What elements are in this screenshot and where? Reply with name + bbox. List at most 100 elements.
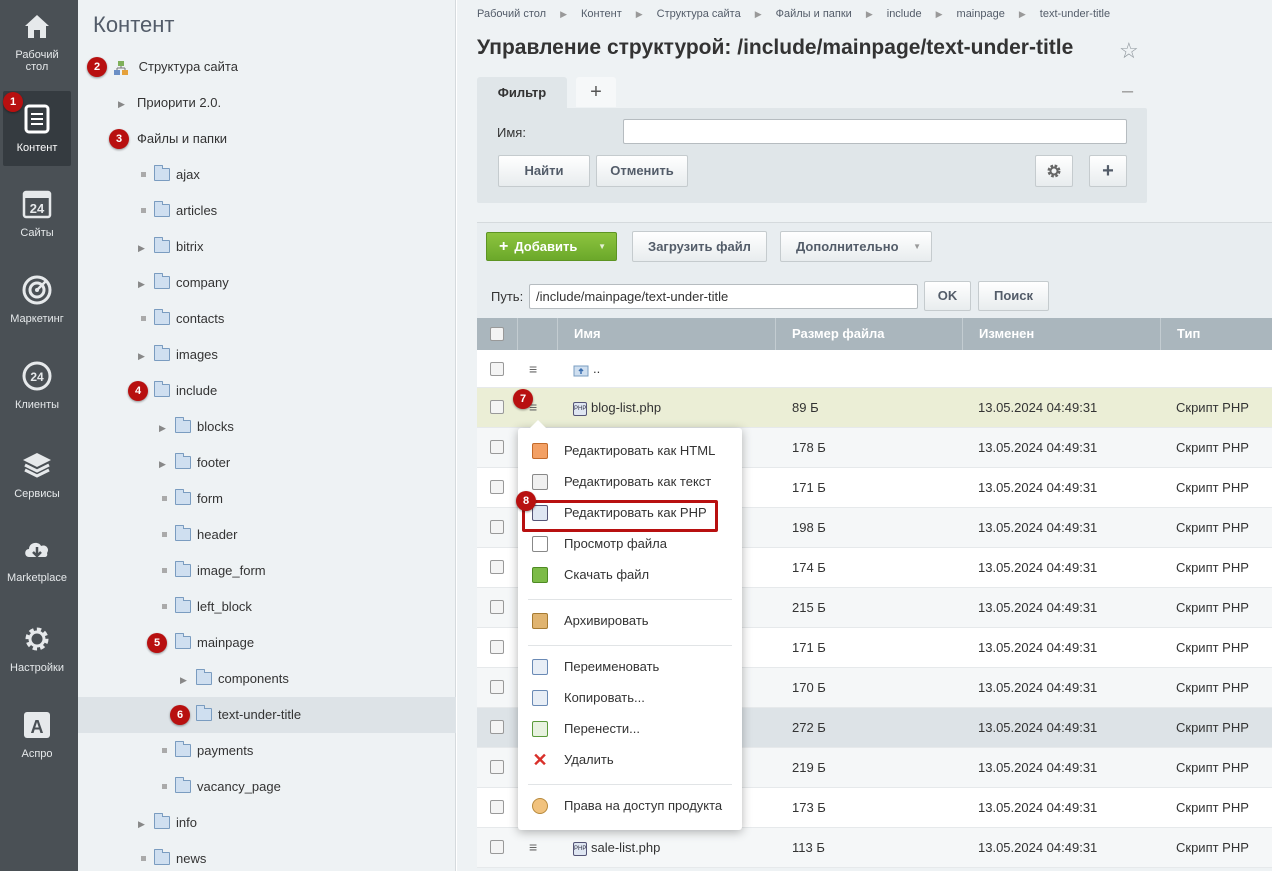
expand-arrow-icon[interactable]: ▶ [138,266,150,302]
breadcrumb-item[interactable]: Контент [581,8,622,20]
row-checkbox[interactable] [490,640,504,654]
menu-item-archive[interactable]: Архивировать [518,605,742,636]
more-button[interactable]: Дополнительно ▼ [780,231,932,262]
tree-folder-footer[interactable]: ▶ footer [159,445,230,481]
expand-arrow-icon[interactable]: ▶ [159,446,171,482]
expand-arrow-icon[interactable]: ▶ [180,662,192,698]
row-checkbox[interactable] [490,520,504,534]
breadcrumb-item[interactable]: include [887,8,922,20]
rail-item-marketplace[interactable]: Marketplace [3,533,71,584]
menu-item-download[interactable]: Скачать файл [518,559,742,590]
path-input[interactable]: /include/mainpage/text-under-title [529,284,918,309]
row-checkbox[interactable] [490,480,504,494]
tree-node-site-structure[interactable]: Структура сайта [113,49,238,85]
rail-item-clients[interactable]: 24 Клиенты [3,360,71,411]
rail-item-marketing[interactable]: Маркетинг [3,274,71,325]
file-name[interactable]: sale-list.php [591,840,660,855]
table-row-up[interactable]: ≡ .. [477,350,1272,388]
expand-arrow-icon[interactable]: ▶ [138,806,150,842]
tree-folder-components[interactable]: ▶ components [180,661,289,697]
cancel-button[interactable]: Отменить [596,155,688,187]
row-checkbox[interactable] [490,800,504,814]
menu-item-edit-text[interactable]: Редактировать как текст [518,466,742,497]
breadcrumb-item[interactable]: mainpage [957,8,1005,20]
tree-folder-image-form[interactable]: image_form [159,553,266,589]
select-all-checkbox[interactable] [490,327,504,341]
expand-arrow-icon[interactable]: ▶ [118,86,130,122]
breadcrumb-item[interactable]: Файлы и папки [776,8,852,20]
filter-name-input[interactable] [623,119,1127,144]
row-menu-icon[interactable]: ≡ [529,840,541,854]
tree-folder-info[interactable]: ▶ info [138,805,197,841]
tree-folder-vacancy-page[interactable]: vacancy_page [159,769,281,805]
tree-folder-company[interactable]: ▶ company [138,265,229,301]
tree-folder-blocks[interactable]: ▶ blocks [159,409,234,445]
file-name-cell[interactable]: PHP sale-list.php [573,828,660,868]
tree-folder-news[interactable]: news [138,841,206,871]
rail-item-desktop[interactable]: Рабочий стол [3,10,71,73]
file-name-cell[interactable]: PHP blog-list.php [573,388,661,428]
expand-arrow-icon[interactable]: ▶ [138,338,150,374]
upload-file-button[interactable]: Загрузить файл [632,231,767,262]
expand-arrow-icon[interactable]: ▶ [138,230,150,266]
row-checkbox[interactable] [490,840,504,854]
row-checkbox[interactable] [490,760,504,774]
row-checkbox[interactable] [490,560,504,574]
menu-item-edit-html[interactable]: Редактировать как HTML [518,435,742,466]
tree-folder-text-under-title[interactable]: text-under-title [192,697,301,733]
row-checkbox[interactable] [490,362,504,376]
column-header-type[interactable]: Тип [1160,318,1272,350]
filter-tab[interactable]: Фильтр [477,77,567,109]
tree-folder-articles[interactable]: articles [138,193,217,229]
tree-folder-left-block[interactable]: left_block [159,589,252,625]
tree-folder-ajax[interactable]: ajax [138,157,200,193]
breadcrumb-item[interactable]: Рабочий стол [477,8,546,20]
row-checkbox[interactable] [490,440,504,454]
breadcrumb-item[interactable]: Структура сайта [657,8,741,20]
rail-item-settings[interactable]: Настройки [3,623,71,674]
tree-folder-include[interactable]: include [150,373,217,409]
tree-folder-header[interactable]: header [159,517,237,553]
tree-node-files-folders[interactable]: Файлы и папки [137,121,227,157]
tree-folder-bitrix[interactable]: ▶ bitrix [138,229,203,265]
row-checkbox[interactable] [490,720,504,734]
filter-settings-button[interactable] [1035,155,1073,187]
tree-folder-form[interactable]: form [159,481,223,517]
table-row[interactable]: ≡ PHP sale-list.php 113 Б 13.05.2024 04:49:3… [477,828,1272,868]
menu-item-copy[interactable]: Копировать... [518,682,742,713]
column-header-size[interactable]: Размер файла [775,318,962,350]
menu-item-delete[interactable]: ✕ Удалить [518,744,742,775]
search-button[interactable]: Поиск [978,281,1049,311]
star-icon[interactable]: ☆ [1119,38,1139,64]
add-filter-field-button[interactable]: + [1089,155,1127,187]
add-button[interactable]: + Добавить ▼ [486,232,617,261]
column-header-name[interactable]: Имя [557,318,775,350]
menu-item-access-rights[interactable]: Права на доступ продукта [518,790,742,821]
tree-node-priority[interactable]: ▶ Приорити 2.0. [118,85,221,121]
tree-folder-images[interactable]: ▶ images [138,337,218,373]
menu-item-rename[interactable]: Переименовать [518,651,742,682]
file-name[interactable]: blog-list.php [591,400,661,415]
row-checkbox[interactable] [490,600,504,614]
tree-folder-contacts[interactable]: contacts [138,301,224,337]
add-filter-tab-button[interactable]: + [576,77,616,107]
minimize-filter-icon[interactable]: – [1122,80,1133,103]
menu-item-view-file[interactable]: Просмотр файла [518,528,742,559]
find-button[interactable]: Найти [498,155,590,187]
table-row[interactable]: ≡ PHP blog-list.php 89 Б 13.05.2024 04:49:31… [477,388,1272,428]
up-folder-cell[interactable]: .. [573,350,600,388]
tree-folder-payments[interactable]: payments [159,733,253,769]
rail-item-sites[interactable]: 24 Сайты [3,188,71,239]
row-checkbox[interactable] [490,680,504,694]
row-menu-icon[interactable]: ≡ [529,362,541,376]
row-checkbox[interactable] [490,400,504,414]
breadcrumb-item[interactable]: text-under-title [1040,8,1110,20]
expand-arrow-icon[interactable]: ▶ [159,410,171,446]
column-header-modified[interactable]: Изменен [962,318,1160,350]
rail-item-services[interactable]: Сервисы [3,449,71,500]
tree-folder-mainpage[interactable]: mainpage [171,625,254,661]
ok-button[interactable]: OK [924,281,971,311]
menu-item-move[interactable]: Перенести... [518,713,742,744]
rail-item-aspro[interactable]: A Аспро [3,709,71,760]
copy-icon [532,690,548,706]
